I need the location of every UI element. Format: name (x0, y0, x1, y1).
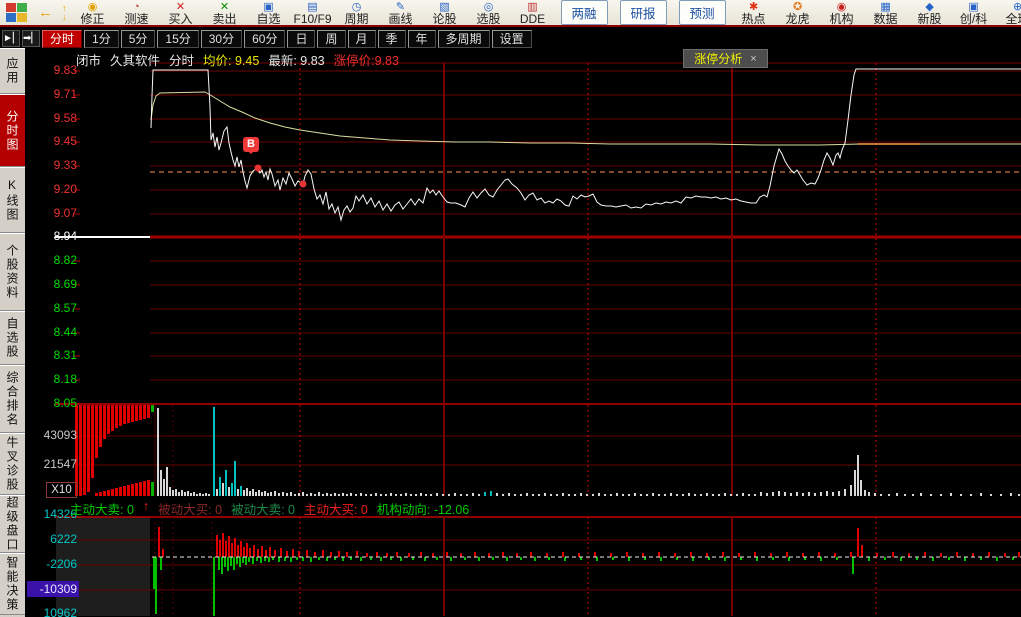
header-field: 闭市 (76, 54, 102, 68)
chart-header: 闭市 久其软件 分时 均价: 9.45 最新: 9.83 涨停价:9.83 (76, 50, 399, 69)
chart-area: 闭市 久其软件 分时 均价: 9.45 最新: 9.83 涨停价:9.83 涨停分析 × … (25, 48, 1021, 617)
volume-label-43093: 43093 (43, 428, 77, 442)
bottom-label-6222: 6222 (50, 532, 77, 546)
price-label-8.31: 8.31 (53, 348, 77, 362)
price-label-8.69: 8.69 (53, 277, 77, 291)
price-label-9.71: 9.71 (53, 87, 77, 101)
price-label-8.57: 8.57 (53, 301, 77, 315)
buy-marker-badge: B (243, 137, 259, 154)
header-field: 均价: 9.45 (203, 54, 260, 68)
volume-label-21547: 21547 (43, 457, 77, 471)
bottom-axis-highlight: -10309 (27, 581, 79, 597)
price-label-9.45: 9.45 (53, 134, 77, 148)
price-label-8.94: 8.94 (53, 229, 77, 243)
bottom-label--2206: -2206 (46, 557, 77, 571)
buy-marker-label: B (247, 138, 255, 150)
volume-scale-box[interactable]: X10 (46, 482, 77, 498)
price-label-9.83: 9.83 (53, 63, 77, 77)
indicator-field: ↑ (142, 499, 150, 513)
indicator-row: 主动大卖: 0 ↑ 被动大买: 0 被动大卖: 0 主动大买: 0 机构动向: -12.0… (70, 499, 469, 518)
header-field: 涨停价:9.83 (333, 54, 399, 68)
header-field: 最新: 9.83 (268, 54, 325, 68)
price-label-9.20: 9.20 (53, 182, 77, 196)
price-label-8.82: 8.82 (53, 253, 77, 267)
indicator-field: 机构动向: -12.06 (376, 503, 470, 517)
header-field: 分时 (169, 54, 195, 68)
indicator-field: 被动大卖: 0 (231, 503, 295, 517)
price-label-8.18: 8.18 (53, 372, 77, 386)
header-field: 久其软件 (110, 54, 161, 68)
tab-limit-up-analysis-label: 涨停分析 (694, 52, 743, 66)
indicator-field: 主动大卖: 0 (70, 503, 134, 517)
tab-limit-up-analysis[interactable]: 涨停分析 × (683, 49, 768, 68)
close-icon[interactable]: × (750, 53, 756, 65)
app-window: ← ↑ ↓ ◉ 修正 ◔ 测速 ✕ 买入 ✕ 卖出 ▣ 自选 ▤ F10/F9 ◷ 周期 ✎ 画线 ▧ 论股 ◎ 选股 ▥ DD… (0, 0, 1021, 617)
price-label-8.44: 8.44 (53, 325, 77, 339)
price-label-9.33: 9.33 (53, 158, 77, 172)
price-label-9.07: 9.07 (53, 206, 77, 220)
intraday-chart (55, 62, 1021, 616)
bottom-label-10962: 10962 (43, 606, 77, 617)
price-label-8.05: 8.05 (53, 396, 77, 410)
indicator-field: 主动大买: 0 (303, 503, 368, 517)
price-label-9.58: 9.58 (53, 111, 77, 125)
indicator-field: 被动大买: 0 (158, 503, 223, 517)
